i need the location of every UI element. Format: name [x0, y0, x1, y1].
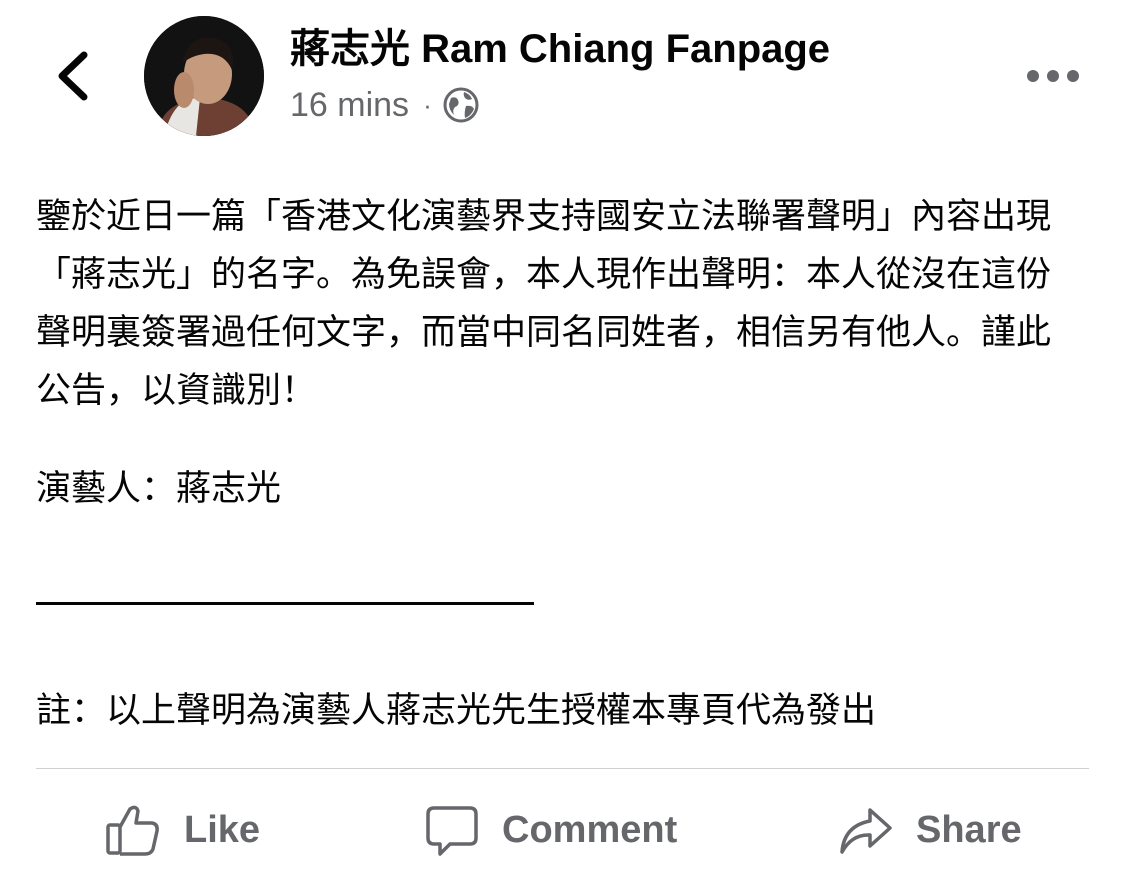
post-header: 蔣志光 Ram Chiang Fanpage 16 mins · — [0, 0, 1125, 160]
divider — [36, 768, 1089, 769]
speech-bubble-icon — [424, 802, 480, 858]
share-button[interactable]: Share — [838, 790, 1022, 870]
comment-label: Comment — [502, 808, 678, 851]
timestamp[interactable]: 16 mins — [290, 86, 409, 125]
more-options-button[interactable] — [1020, 58, 1086, 94]
more-dots-icon — [1027, 70, 1079, 82]
post-meta: 16 mins · — [290, 82, 480, 128]
avatar[interactable] — [144, 16, 264, 136]
chevron-left-icon — [58, 51, 88, 101]
like-label: Like — [184, 808, 261, 851]
signature-rule — [36, 602, 534, 605]
action-bar: Like Comment Share — [0, 790, 1125, 870]
post-note: 註：以上聲明為演藝人蔣志光先生授權本專頁代為發出 — [36, 691, 877, 731]
avatar-image — [144, 16, 264, 136]
like-button[interactable]: Like — [104, 790, 260, 870]
share-label: Share — [916, 808, 1022, 851]
comment-button[interactable]: Comment — [424, 790, 677, 870]
thumbs-up-icon — [104, 801, 162, 859]
meta-separator: · — [423, 89, 432, 120]
post-signature: 演藝人：蔣志光 — [36, 469, 282, 509]
post-statement: 鑒於近日一篇「香港文化演藝界支持國安立法聯署聲明」內容出現「蔣志光」的名字。為免… — [36, 197, 1052, 411]
share-arrow-icon — [838, 802, 894, 858]
globe-icon[interactable] — [442, 86, 480, 124]
page-title[interactable]: 蔣志光 Ram Chiang Fanpage — [290, 24, 830, 74]
back-button[interactable] — [44, 46, 100, 106]
